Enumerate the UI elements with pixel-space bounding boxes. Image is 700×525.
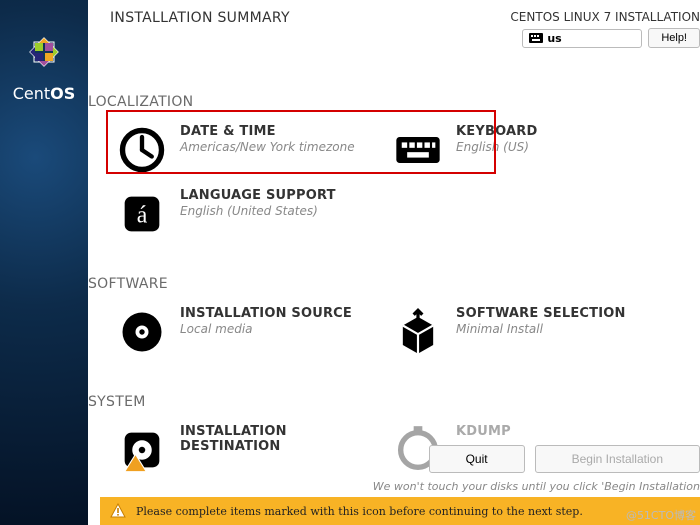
spoke-title: DATE & TIME [180, 124, 355, 139]
main-panel: INSTALLATION SUMMARY CENTOS LINUX 7 INST… [88, 0, 700, 525]
spoke-language-support[interactable]: á LANGUAGE SUPPORTEnglish (United States… [112, 182, 388, 246]
keyboard-icon [529, 33, 543, 43]
keyboard-icon [392, 124, 444, 176]
section-localization: LOCALIZATION [88, 94, 688, 110]
brand-part1: Cent [13, 84, 50, 103]
warning-icon [110, 503, 126, 519]
spoke-status: English (United States) [180, 204, 336, 218]
section-software: SOFTWARE [88, 276, 688, 292]
brand-part2: OS [50, 84, 75, 103]
spoke-installation-source[interactable]: INSTALLATION SOURCELocal media [112, 300, 388, 364]
spoke-installation-destination[interactable]: INSTALLATION DESTINATION [112, 418, 388, 482]
spoke-software-selection[interactable]: SOFTWARE SELECTIONMinimal Install [388, 300, 688, 364]
spoke-title: KEYBOARD [456, 124, 537, 139]
spoke-title: KDUMP [456, 424, 511, 439]
watermark-text: @51CTO博客 [626, 507, 696, 523]
begin-installation-button[interactable]: Begin Installation [535, 445, 700, 473]
page-title: INSTALLATION SUMMARY [110, 10, 290, 26]
package-icon [392, 306, 444, 358]
help-button[interactable]: Help! [648, 28, 700, 48]
keyboard-layout-label: us [547, 32, 561, 45]
spoke-date-time[interactable]: DATE & TIMEAmericas/New York timezone [112, 118, 388, 182]
disk-warning-icon [116, 424, 168, 476]
product-title: CENTOS LINUX 7 INSTALLATION [510, 10, 700, 24]
spoke-status: English (US) [456, 140, 537, 154]
svg-text:á: á [137, 203, 148, 229]
centos-logo-icon [20, 28, 68, 76]
spoke-status: Americas/New York timezone [180, 140, 355, 154]
disc-icon [116, 306, 168, 358]
quit-button[interactable]: Quit [429, 445, 525, 473]
warning-bar: Please complete items marked with this i… [100, 497, 700, 525]
spoke-title: SOFTWARE SELECTION [456, 306, 626, 321]
spoke-title: INSTALLATION SOURCE [180, 306, 352, 321]
section-system: SYSTEM [88, 394, 688, 410]
clock-icon [116, 124, 168, 176]
brand-text: CentOS [13, 84, 76, 103]
footer-hint: We won't touch your disks until you clic… [373, 480, 700, 493]
spoke-status: Local media [180, 322, 352, 336]
topbar: INSTALLATION SUMMARY CENTOS LINUX 7 INST… [88, 0, 700, 48]
keyboard-layout-indicator[interactable]: us [522, 29, 642, 48]
sidebar: CentOS [0, 0, 88, 525]
language-icon: á [116, 188, 168, 240]
spoke-title: INSTALLATION DESTINATION [180, 424, 384, 454]
spoke-title: LANGUAGE SUPPORT [180, 188, 336, 203]
warning-text: Please complete items marked with this i… [136, 505, 583, 518]
footer-buttons: Quit Begin Installation [429, 445, 700, 473]
spoke-status: Minimal Install [456, 322, 626, 336]
spoke-keyboard[interactable]: KEYBOARDEnglish (US) [388, 118, 688, 182]
